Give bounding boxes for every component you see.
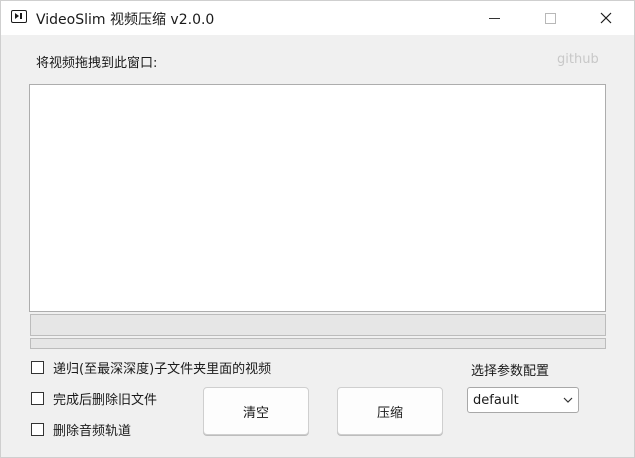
delete-old-files-option[interactable]: 完成后删除旧文件 bbox=[31, 389, 158, 408]
recursive-subfolders-label: 递归(至最深深度)子文件夹里面的视频 bbox=[53, 361, 272, 377]
delete-old-files-checkbox[interactable] bbox=[31, 391, 44, 405]
maximize-button[interactable] bbox=[527, 1, 573, 35]
app-window: VideoSlim 视频压缩 v2.0.0 将视频拖拽到此窗口: github … bbox=[0, 0, 635, 458]
video-drop-area[interactable] bbox=[29, 84, 606, 312]
delete-old-files-label: 完成后删除旧文件 bbox=[53, 392, 158, 408]
close-icon bbox=[600, 12, 612, 24]
preset-selected-value: default bbox=[473, 392, 519, 408]
remove-audio-label: 删除音频轨道 bbox=[53, 423, 132, 439]
minimize-icon bbox=[488, 17, 500, 19]
drop-instruction-label: 将视频拖拽到此窗口: bbox=[36, 56, 158, 71]
preset-label: 选择参数配置 bbox=[471, 364, 550, 379]
recursive-subfolders-option[interactable]: 递归(至最深深度)子文件夹里面的视频 bbox=[31, 358, 272, 377]
close-button[interactable] bbox=[583, 1, 629, 35]
window-title: VideoSlim 视频压缩 v2.0.0 bbox=[36, 12, 215, 28]
title-bar[interactable]: VideoSlim 视频压缩 v2.0.0 bbox=[1, 1, 634, 35]
minimize-button[interactable] bbox=[471, 1, 517, 35]
maximize-icon bbox=[544, 12, 556, 24]
preset-select[interactable]: default bbox=[467, 387, 579, 413]
progress-track bbox=[30, 338, 606, 349]
recursive-subfolders-checkbox[interactable] bbox=[31, 360, 44, 374]
video-app-icon bbox=[11, 10, 27, 23]
clear-button[interactable]: 清空 bbox=[203, 387, 309, 435]
remove-audio-option[interactable]: 删除音频轨道 bbox=[31, 420, 132, 439]
remove-audio-checkbox[interactable] bbox=[31, 422, 44, 436]
chevron-down-icon bbox=[563, 397, 573, 403]
github-link[interactable]: github bbox=[557, 52, 599, 67]
progress-bar bbox=[30, 314, 606, 336]
compress-button[interactable]: 压缩 bbox=[337, 387, 443, 435]
